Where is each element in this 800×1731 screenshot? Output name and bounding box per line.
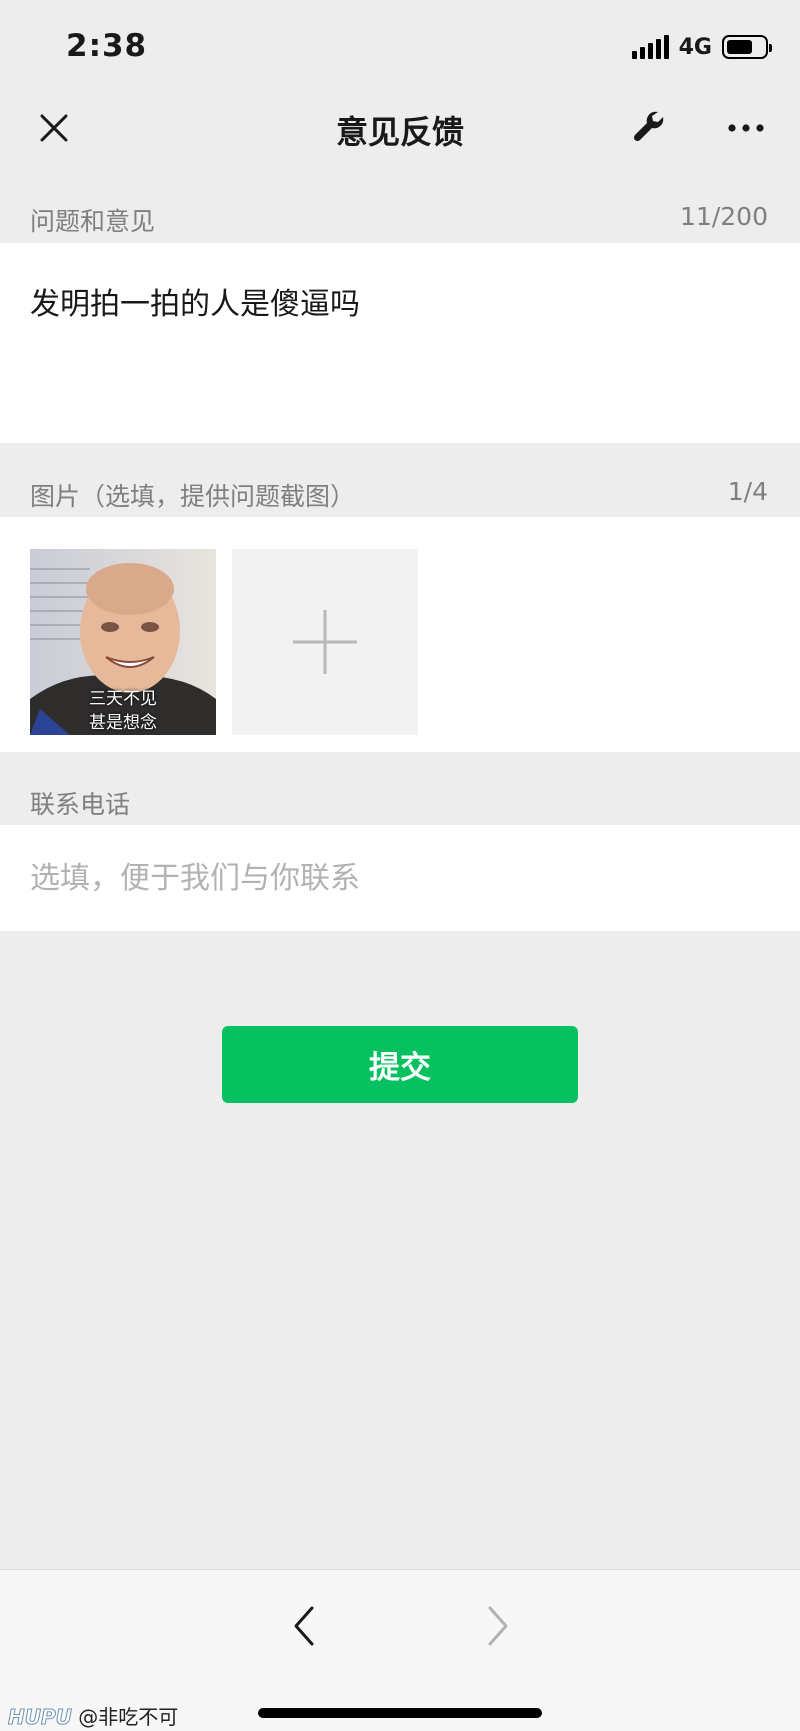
battery-level — [727, 40, 753, 54]
feedback-text: 发明拍一拍的人是傻逼吗 — [30, 287, 360, 322]
feedback-char-count: 11/200 — [680, 202, 768, 231]
thumbnail-caption: 三天不见 甚是想念 — [30, 687, 216, 735]
images-label: 图片（选填，提供问题截图） — [30, 482, 356, 511]
battery-icon — [722, 35, 772, 59]
thumbnail-caption-line2: 甚是想念 — [89, 713, 157, 733]
chevron-left-icon[interactable] — [286, 1600, 322, 1652]
status-indicators: 4G — [631, 33, 772, 61]
network-type: 4G — [678, 34, 712, 60]
signal-icon — [631, 35, 669, 59]
uploaded-image-thumbnail[interactable]: 三天不见 甚是想念 — [30, 549, 216, 735]
chevron-right-icon[interactable] — [480, 1600, 516, 1652]
more-icon[interactable] — [722, 106, 770, 150]
contact-panel — [0, 825, 800, 931]
home-indicator — [258, 1708, 542, 1718]
feedback-label: 问题和意见 — [30, 207, 156, 236]
watermark-brand: HUPU — [8, 1705, 73, 1730]
page-title: 意见反馈 — [335, 113, 464, 151]
contact-label: 联系电话 — [30, 790, 131, 819]
status-time: 2:38 — [66, 28, 148, 64]
watermark: HUPU @非吃不可 — [8, 1701, 179, 1730]
plus-icon — [293, 610, 357, 674]
watermark-user: @非吃不可 — [78, 1705, 179, 1729]
images-count: 1/4 — [727, 477, 768, 506]
add-image-button[interactable] — [232, 549, 418, 735]
wrench-icon[interactable] — [628, 106, 672, 150]
nav-bar: 意见反馈 — [0, 90, 800, 166]
bottom-toolbar: HUPU @非吃不可 — [0, 1569, 800, 1731]
status-bar: 2:38 4G — [0, 0, 800, 90]
thumbnail-caption-line1: 三天不见 — [89, 689, 157, 709]
submit-button[interactable]: 提交 — [222, 1026, 578, 1103]
feedback-textarea[interactable]: 发明拍一拍的人是傻逼吗 — [0, 243, 800, 443]
image-panel: 三天不见 甚是想念 — [0, 517, 800, 752]
phone-input[interactable] — [30, 825, 770, 931]
